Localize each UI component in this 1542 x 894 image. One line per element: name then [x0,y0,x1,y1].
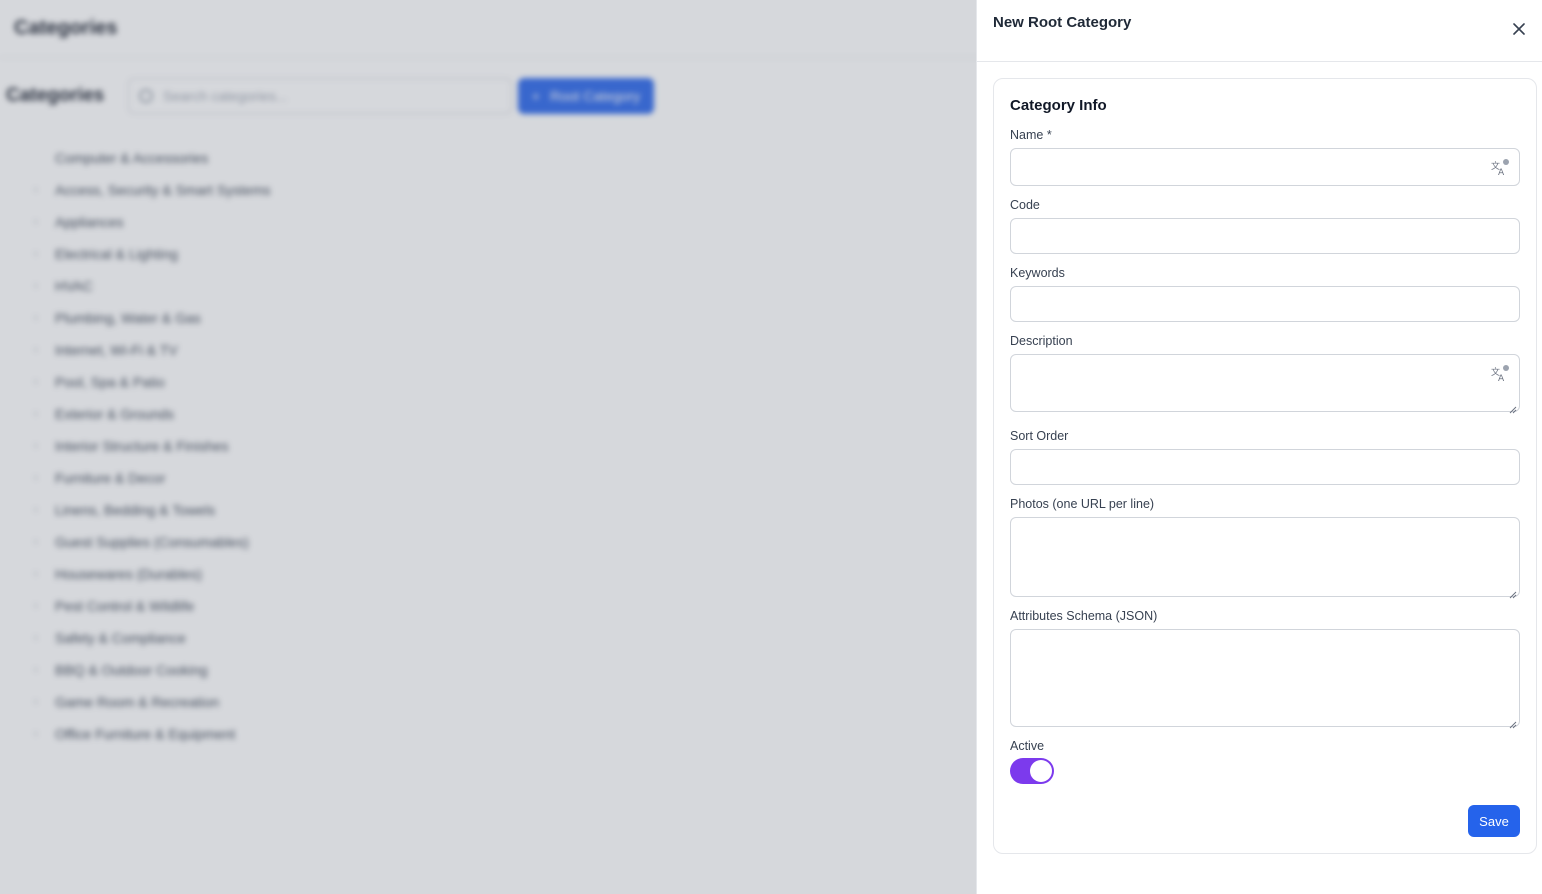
svg-text:A: A [1498,374,1505,383]
description-textarea[interactable]: 文 A [1010,354,1520,414]
name-label: Name * [1010,128,1052,142]
keywords-label: Keywords [1010,266,1065,280]
category-info-card: Category Info Name * 文 A Code Keywords D… [993,78,1537,854]
svg-text:A: A [1498,168,1505,177]
sort-order-input[interactable] [1010,449,1520,485]
photos-label: Photos (one URL per line) [1010,497,1155,511]
translate-icon[interactable]: 文 A [1491,365,1509,384]
modal-backdrop[interactable] [0,0,976,894]
active-label: Active [1010,739,1045,753]
translate-icon[interactable]: 文 A [1491,159,1509,178]
resize-handle-icon[interactable] [1509,586,1517,599]
drawer-title: New Root Category [993,14,1132,31]
photos-textarea[interactable] [1010,517,1520,599]
code-input[interactable] [1010,218,1520,254]
code-label: Code [1010,198,1040,212]
save-button[interactable]: Save [1468,805,1520,837]
attributes-schema-label: Attributes Schema (JSON) [1010,609,1158,623]
resize-handle-icon[interactable] [1509,401,1517,414]
close-icon[interactable] [1510,20,1528,38]
name-input[interactable]: 文 A [1010,148,1520,186]
active-toggle[interactable] [1010,758,1054,784]
description-label: Description [1010,334,1073,348]
keywords-input[interactable] [1010,286,1520,322]
drawer-header: New Root Category [977,0,1542,62]
sort-order-label: Sort Order [1010,429,1069,443]
card-title: Category Info [1010,97,1107,114]
attributes-schema-textarea[interactable] [1010,629,1520,729]
toggle-knob [1030,760,1052,782]
resize-handle-icon[interactable] [1509,716,1517,729]
new-root-category-drawer: New Root Category Category Info Name * 文… [976,0,1542,894]
